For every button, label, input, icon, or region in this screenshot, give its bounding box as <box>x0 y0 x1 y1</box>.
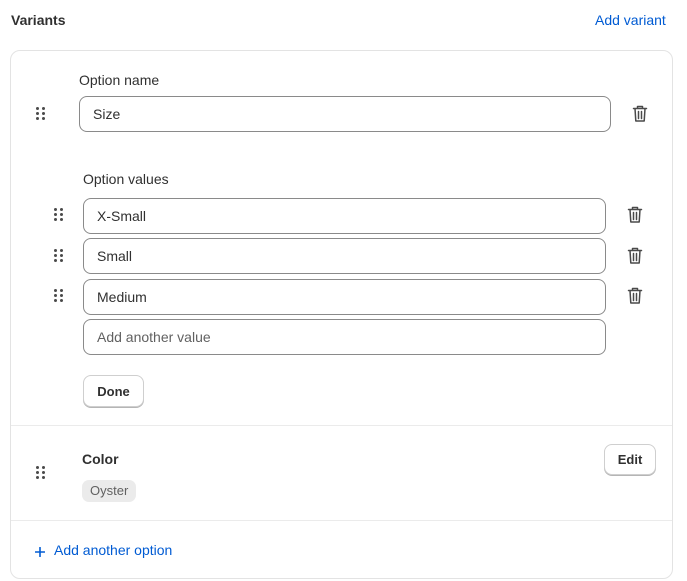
option-value-badge: Oyster <box>82 480 137 502</box>
done-button[interactable]: Done <box>83 375 144 407</box>
edit-button[interactable]: Edit <box>604 444 656 475</box>
add-value-input[interactable] <box>83 319 606 355</box>
drag-handle-icon[interactable] <box>36 466 46 480</box>
delete-value-trash-icon[interactable] <box>627 206 643 224</box>
add-another-option-link[interactable]: Add another option <box>54 542 172 558</box>
option-value-input[interactable] <box>83 238 606 274</box>
delete-value-trash-icon[interactable] <box>627 287 643 305</box>
drag-handle-icon[interactable] <box>54 289 64 303</box>
option-name-label: Option name <box>79 72 160 88</box>
option-value-input[interactable] <box>83 279 606 315</box>
divider <box>11 425 672 426</box>
delete-value-trash-icon[interactable] <box>627 247 643 265</box>
divider <box>11 520 672 521</box>
drag-handle-icon[interactable] <box>54 208 64 222</box>
add-variant-link[interactable]: Add variant <box>595 12 666 28</box>
option-name-input[interactable] <box>79 96 611 132</box>
option-color-name: Color <box>82 451 119 467</box>
drag-handle-icon[interactable] <box>54 249 64 263</box>
option-value-input[interactable] <box>83 198 606 234</box>
drag-handle-icon[interactable] <box>36 107 46 121</box>
plus-icon[interactable] <box>34 544 46 558</box>
section-title: Variants <box>11 12 66 28</box>
delete-option-trash-icon[interactable] <box>632 105 648 123</box>
option-values-label: Option values <box>83 171 169 187</box>
